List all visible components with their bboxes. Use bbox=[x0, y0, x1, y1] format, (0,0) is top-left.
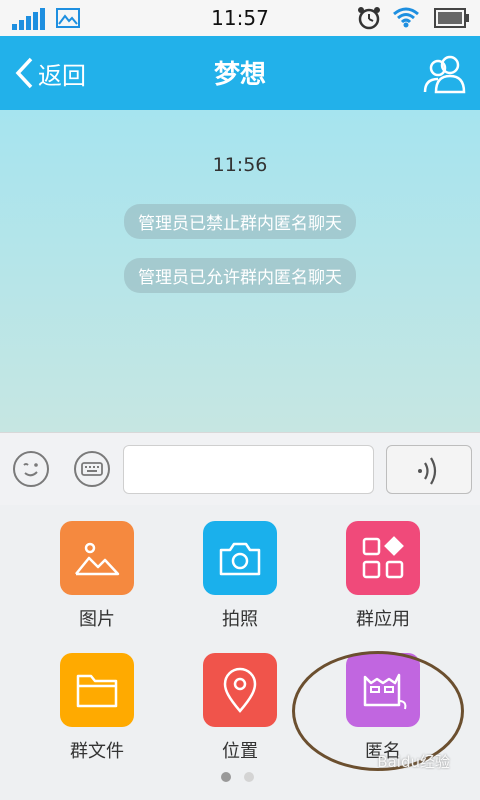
camera-icon bbox=[219, 542, 261, 576]
location-tile[interactable]: 位置 bbox=[185, 653, 295, 763]
voice-button[interactable] bbox=[386, 445, 472, 494]
picture-icon bbox=[75, 542, 120, 576]
tile-label: 群应用 bbox=[356, 609, 410, 630]
system-message: 管理员已禁止群内匿名聊天 bbox=[0, 204, 480, 239]
folder-icon bbox=[76, 674, 118, 708]
nav-bar: 返回 梦想 bbox=[0, 36, 480, 110]
keyboard-icon bbox=[81, 462, 103, 476]
tile-label: 拍照 bbox=[222, 609, 258, 630]
emoji-icon bbox=[23, 463, 38, 477]
tile-label: 群文件 bbox=[70, 741, 124, 762]
status-bar: 11:57 bbox=[0, 0, 480, 36]
group-apps-tile[interactable]: 群应用 bbox=[328, 521, 438, 631]
group-files-tile-bg bbox=[60, 653, 134, 727]
battery-icon bbox=[434, 8, 469, 28]
picture-tile[interactable]: 图片 bbox=[42, 521, 152, 631]
chat-area: 11:56 管理员已禁止群内匿名聊天 管理员已允许群内匿名聊天 bbox=[0, 110, 480, 432]
emoji-button[interactable] bbox=[13, 451, 49, 487]
keyboard-button[interactable] bbox=[74, 451, 110, 487]
group-apps-tile-bg bbox=[346, 521, 420, 595]
camera-tile[interactable]: 拍照 bbox=[185, 521, 295, 631]
location-tile-bg bbox=[203, 653, 277, 727]
camera-tile-bg bbox=[203, 521, 277, 595]
chat-timestamp: 11:56 bbox=[212, 154, 268, 176]
picture-tile-bg bbox=[60, 521, 134, 595]
group-members-icon[interactable] bbox=[422, 50, 468, 96]
page-dot[interactable] bbox=[244, 772, 254, 782]
voice-icon bbox=[418, 457, 437, 485]
page-dot-active[interactable] bbox=[221, 772, 231, 782]
apps-icon bbox=[362, 536, 404, 579]
system-message-text: 管理员已允许群内匿名聊天 bbox=[124, 258, 356, 293]
page-title: 梦想 bbox=[213, 60, 266, 90]
system-message: 管理员已允许群内匿名聊天 bbox=[0, 258, 480, 293]
system-message-text: 管理员已禁止群内匿名聊天 bbox=[124, 204, 356, 239]
location-icon bbox=[223, 667, 257, 713]
tile-label: 位置 bbox=[222, 741, 258, 762]
wifi-icon bbox=[393, 7, 419, 28]
group-files-tile[interactable]: 群文件 bbox=[42, 653, 152, 763]
input-bar bbox=[0, 432, 480, 505]
alarm-icon bbox=[358, 7, 380, 30]
watermark: Baidu经验 bbox=[377, 753, 450, 771]
message-input[interactable] bbox=[123, 445, 374, 494]
tile-label: 图片 bbox=[79, 609, 115, 630]
